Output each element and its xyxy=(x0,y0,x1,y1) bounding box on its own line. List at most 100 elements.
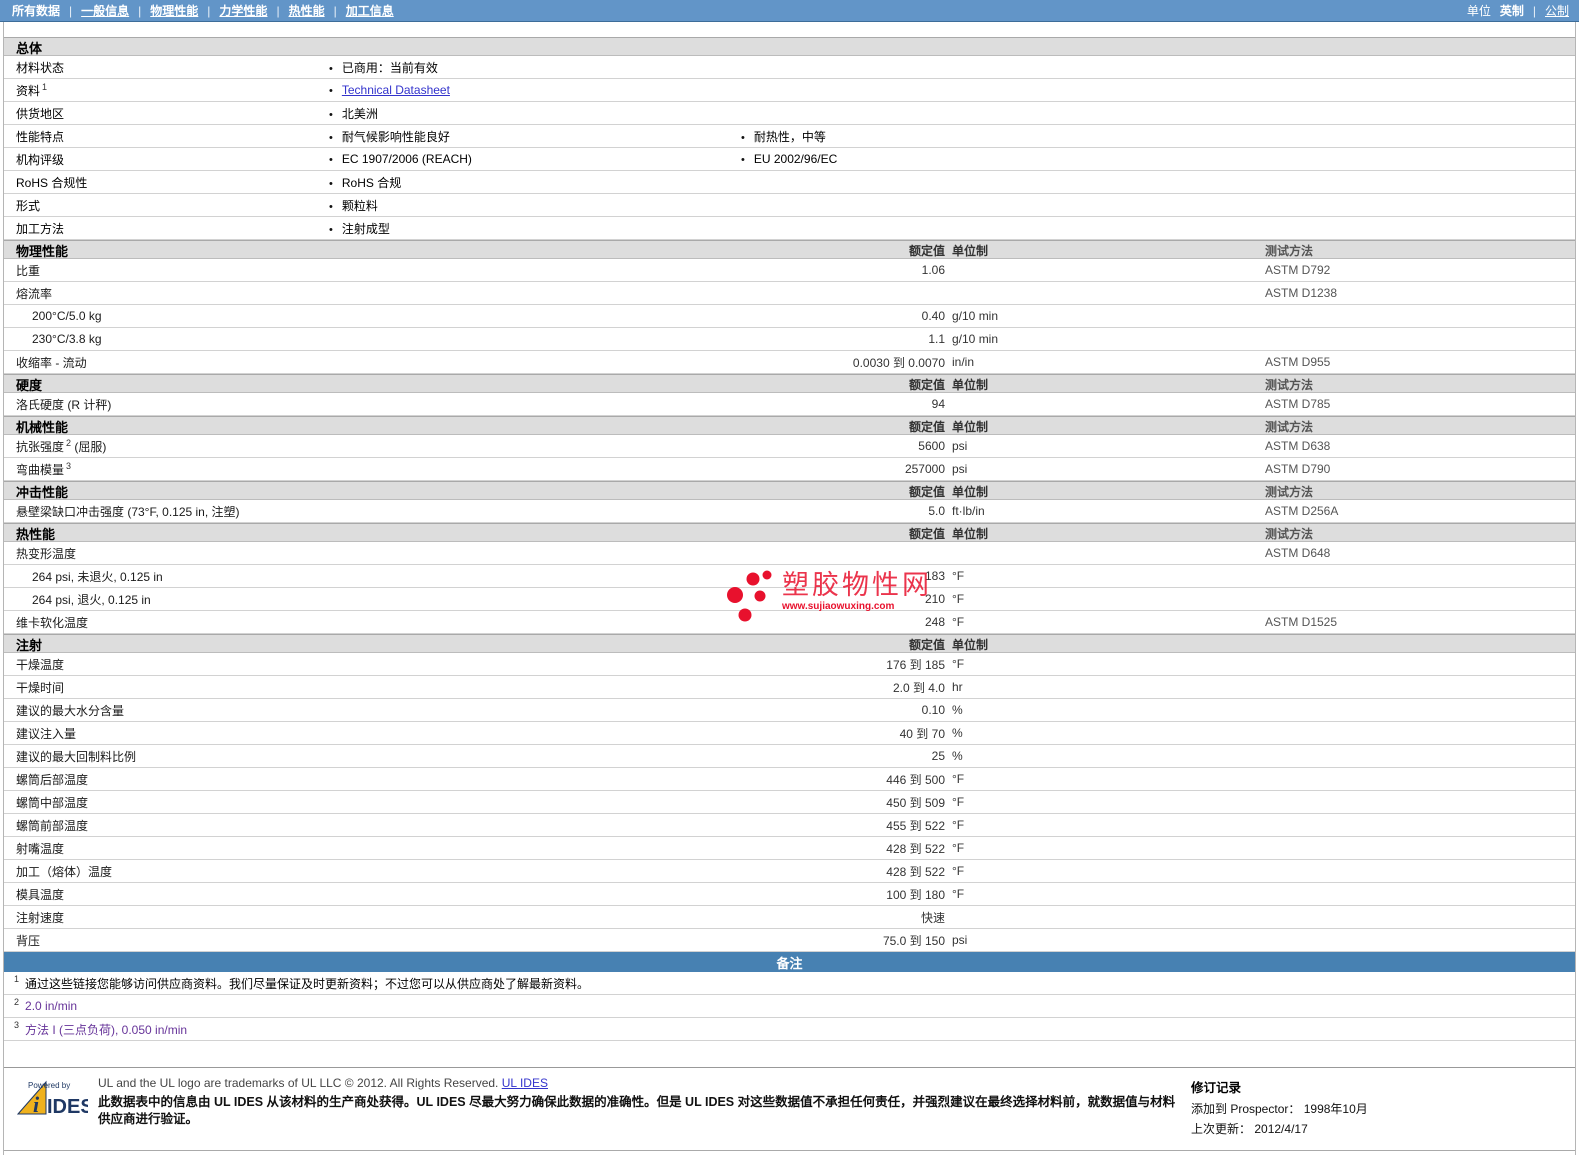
unit-english-active[interactable]: 英制 xyxy=(1500,2,1524,19)
property-label: 熔流率 xyxy=(16,286,53,301)
property-row: 热变形温度 ASTM D648 xyxy=(4,542,1575,565)
nav-item-general-info[interactable]: 一般信息 xyxy=(81,2,129,19)
column-header-value: 额定值 xyxy=(908,527,945,541)
technical-datasheet-link[interactable]: Technical Datasheet xyxy=(342,83,450,97)
property-method: ASTM D790 xyxy=(1265,462,1331,476)
footer-text: UL and the UL logo are trademarks of UL … xyxy=(94,1076,1191,1140)
property-value: 210 xyxy=(924,592,945,606)
nav-separator: | xyxy=(138,3,142,18)
section-header-general: 总体 xyxy=(4,37,1575,56)
section-title: 总体 xyxy=(16,41,43,56)
nav-item-mechanical[interactable]: 力学性能 xyxy=(219,2,267,19)
row-label: 供货地区 xyxy=(16,106,65,121)
unit-metric-link[interactable]: 公制 xyxy=(1545,2,1569,19)
footer: i Powered by IDES UL and the UL logo are… xyxy=(4,1067,1575,1146)
row-label: RoHS 合规性 xyxy=(16,175,88,190)
nav-separator: | xyxy=(1532,3,1536,18)
ides-logo: i Powered by IDES xyxy=(16,1076,94,1140)
property-label: 背压 xyxy=(16,933,41,948)
property-label: 264 psi, 未退火, 0.125 in xyxy=(32,569,163,584)
property-row: 干燥时间 2.0 到 4.0 hr xyxy=(4,676,1575,699)
ides-logo-graphic: i Powered by IDES xyxy=(16,1080,88,1118)
note-row: 2 2.0 in/min xyxy=(4,995,1575,1018)
nav-separator: | xyxy=(276,3,280,18)
nav-links: 所有数据 | 一般信息 | 物理性能 | 力学性能 | 热性能 | 加工信息 xyxy=(12,2,394,19)
section-title: 物理性能 xyxy=(16,244,69,259)
bullet-item: 耐热性，中等 xyxy=(741,130,826,144)
section-title: 冲击性能 xyxy=(16,485,69,500)
general-row: 形式 颗粒料 xyxy=(4,194,1575,217)
property-label: 螺筒中部温度 xyxy=(16,795,89,810)
nav-item-processing[interactable]: 加工信息 xyxy=(346,2,394,19)
property-value: 40 到 70 xyxy=(899,726,945,741)
property-label: 收缩率 - 流动 xyxy=(16,355,87,370)
nav-item-thermal[interactable]: 热性能 xyxy=(289,2,325,19)
svg-text:i: i xyxy=(33,1092,40,1117)
row-label: 形式 xyxy=(16,198,41,213)
property-label: 建议注入量 xyxy=(16,726,77,741)
property-row: 建议注入量 40 到 70 % xyxy=(4,722,1575,745)
property-row: 维卡软化温度 248 °F ASTM D1525 xyxy=(4,611,1575,634)
property-label: 模具温度 xyxy=(16,887,65,902)
property-label-suffix: (屈服) xyxy=(71,439,107,454)
property-unit: °F xyxy=(952,657,965,671)
property-row: 加工（熔体）温度 428 到 522 °F xyxy=(4,860,1575,883)
column-header-unit: 单位制 xyxy=(952,527,989,541)
column-header-value: 额定值 xyxy=(908,420,945,434)
section-title: 注射 xyxy=(16,638,43,653)
property-unit: psi xyxy=(952,933,968,947)
column-header-method: 测试方法 xyxy=(1265,420,1314,434)
units-label: 单位 xyxy=(1466,4,1491,18)
property-row: 螺筒后部温度 446 到 500 °F xyxy=(4,768,1575,791)
nav-item-physical[interactable]: 物理性能 xyxy=(150,2,198,19)
property-row: 比重 1.06 ASTM D792 xyxy=(4,259,1575,282)
property-unit: hr xyxy=(952,680,963,694)
revision-record: 修订记录 添加到 Prospector： 1998年10月 上次更新： 2012… xyxy=(1191,1076,1565,1140)
bullet-item: EU 2002/96/EC xyxy=(741,152,837,166)
updated-value: 2012/4/17 xyxy=(1254,1122,1308,1136)
property-value: 100 到 180 xyxy=(886,887,945,902)
column-header-method: 测试方法 xyxy=(1265,485,1314,499)
column-header-method: 测试方法 xyxy=(1265,244,1314,258)
property-value: 快速 xyxy=(920,910,945,925)
property-row: 螺筒中部温度 450 到 509 °F xyxy=(4,791,1575,814)
property-unit: % xyxy=(952,703,963,717)
property-unit: °F xyxy=(952,569,965,583)
property-row: 264 psi, 退火, 0.125 in 210 °F xyxy=(4,588,1575,611)
property-unit: °F xyxy=(952,615,965,629)
property-value: 2.0 到 4.0 xyxy=(892,680,945,695)
note-text: 通过这些链接您能够访问供应商资料。我们尽量保证及时更新资料；不过您可以从供应商处… xyxy=(25,976,590,991)
property-method: ASTM D1238 xyxy=(1265,286,1338,300)
top-navbar: 所有数据 | 一般信息 | 物理性能 | 力学性能 | 热性能 | 加工信息 单… xyxy=(0,0,1579,22)
property-row: 洛氏硬度 (R 计秤) 94 ASTM D785 xyxy=(4,393,1575,416)
property-label: 建议的最大回制料比例 xyxy=(16,749,137,764)
property-row: 收缩率 - 流动 0.0030 到 0.0070 in/in ASTM D955 xyxy=(4,351,1575,374)
property-label: 射嘴温度 xyxy=(16,841,65,856)
column-header-unit: 单位制 xyxy=(952,638,989,652)
property-unit: ft·lb/in xyxy=(952,504,985,518)
general-row: 性能特点 耐气候影响性能良好 耐热性，中等 xyxy=(4,125,1575,148)
general-row: 材料状态 已商用：当前有效 xyxy=(4,56,1575,79)
bullet-item: EC 1907/2006 (REACH) xyxy=(329,152,472,166)
nav-separator: | xyxy=(207,3,211,18)
ul-ides-link[interactable]: UL IDES xyxy=(502,1076,548,1090)
nav-separator: | xyxy=(333,3,337,18)
property-row: 230°C/3.8 kg 1.1 g/10 min xyxy=(4,328,1575,351)
property-value: 1.06 xyxy=(921,263,945,277)
column-header-method: 测试方法 xyxy=(1265,378,1314,392)
section-header-hardness: 硬度 额定值 单位制 测试方法 xyxy=(4,374,1575,393)
property-unit: °F xyxy=(952,795,965,809)
nav-item-all-data[interactable]: 所有数据 xyxy=(12,2,60,19)
added-value: 1998年10月 xyxy=(1303,1102,1368,1116)
property-label: 建议的最大水分含量 xyxy=(16,703,125,718)
property-method: ASTM D792 xyxy=(1265,263,1331,277)
note-row: 1 通过这些链接您能够访问供应商资料。我们尽量保证及时更新资料；不过您可以从供应… xyxy=(4,972,1575,995)
property-label: 弯曲模量 xyxy=(16,462,65,477)
section-header-injection: 注射 额定值 单位制 xyxy=(4,634,1575,653)
bullet-item: RoHS 合规 xyxy=(329,176,401,190)
section-header-mechanical: 机械性能 额定值 单位制 测试方法 xyxy=(4,416,1575,435)
column-header-method: 测试方法 xyxy=(1265,527,1314,541)
updated-label: 上次更新： xyxy=(1191,1122,1252,1136)
